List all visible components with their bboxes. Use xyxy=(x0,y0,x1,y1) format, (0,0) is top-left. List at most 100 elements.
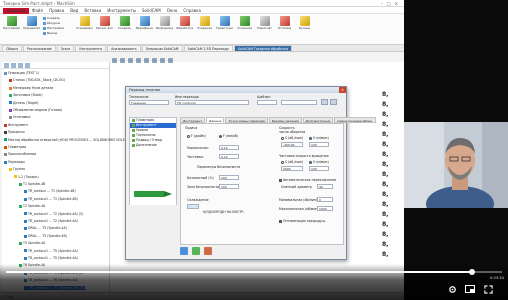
calculate-button[interactable] xyxy=(180,247,188,255)
finish-speed-vmin-input[interactable]: 100 xyxy=(309,166,329,171)
menu-tools[interactable]: Инструменты xyxy=(107,8,136,13)
ribbon-generate-button[interactable]: Сгенерировать xyxy=(76,16,93,30)
config-tab-icon[interactable] xyxy=(18,63,23,68)
tree-item[interactable]: Менеджер Нули детали xyxy=(9,86,53,91)
tree-item[interactable]: Группа xyxy=(9,167,25,172)
ribbon-toolpath-button[interactable]: Траектория xyxy=(216,16,233,30)
template-save-icon[interactable] xyxy=(321,99,328,105)
tree-item[interactable]: TR_contour1 ... T2 (Spindle-4A) (2) xyxy=(24,212,83,217)
finish-speed-rpm-input[interactable]: 2000 xyxy=(281,166,303,171)
tree-item[interactable]: Станок (TNC/SOL_Stock_CB-OG) xyxy=(9,78,65,83)
pip-button[interactable] xyxy=(464,283,476,295)
section-icon[interactable] xyxy=(128,57,133,63)
optimize-previous-checkbox[interactable]: Оптимизация предыдущ. xyxy=(279,219,326,223)
finish-speed-rpm-radio[interactable]: S (об./мин) xyxy=(281,160,303,164)
speed-rpm-input[interactable]: -300.00 xyxy=(281,142,303,147)
rotate-icon[interactable] xyxy=(120,57,125,63)
speed-vmin-radio[interactable]: V (м/мин) xyxy=(309,136,329,140)
tab-analyze[interactable]: Анализировать xyxy=(107,45,141,51)
tree-item[interactable]: TR_contour1 ... T2 (Spindle-4A) xyxy=(24,219,78,224)
scene-icon[interactable] xyxy=(168,57,173,63)
ribbon-recalc-button[interactable]: Пересчёт xyxy=(256,16,273,30)
ribbon-small-create[interactable]: Создать xyxy=(43,16,73,20)
template-name-field[interactable] xyxy=(281,100,317,105)
tree-item[interactable]: Установки xyxy=(9,115,30,120)
ribbon-define-button[interactable]: Определить xyxy=(23,16,40,30)
menu-view[interactable]: Вид xyxy=(70,8,78,13)
menu-insert[interactable]: Вставка xyxy=(84,8,101,13)
tree-tab-icon[interactable] xyxy=(4,63,9,68)
tree-item[interactable]: TR_contour1 ... T5 (Spindle-4A) xyxy=(24,256,78,261)
change-diameter-input[interactable]: 40 xyxy=(317,184,333,189)
tree-item[interactable]: Переходы xyxy=(4,160,25,165)
tree-item[interactable]: T5 Spindle-4A xyxy=(19,241,45,246)
ribbon-point-button[interactable]: Точечная xyxy=(236,16,253,30)
speed-rpm-radio[interactable]: S (об./мин) xyxy=(281,136,303,140)
feed-finish-input[interactable]: 0.12 xyxy=(219,154,239,159)
tree-item[interactable]: Приспособления xyxy=(4,152,36,157)
finish-speed-vmin-radio[interactable]: V (м/мин) xyxy=(309,160,329,164)
tab-tools[interactable]: Инструменты xyxy=(75,45,107,51)
ribbon-small-exit[interactable]: Выход xyxy=(43,31,73,35)
tab-sketch[interactable]: Эскиз xyxy=(56,45,75,51)
appearance-icon[interactable] xyxy=(160,57,165,63)
exit-button[interactable] xyxy=(204,247,212,255)
coolant-icon-button[interactable] xyxy=(187,204,199,209)
safety-row-input-1[interactable]: 100 xyxy=(219,184,239,189)
minimize-button[interactable]: – xyxy=(381,1,383,6)
tree-item[interactable]: TR_contour1 ... T1 (Spindle-4B) xyxy=(24,197,78,202)
display-style-icon[interactable] xyxy=(144,57,149,63)
settings-button[interactable] xyxy=(446,283,458,295)
progress-bar[interactable] xyxy=(6,269,502,275)
ribbon-info-button[interactable]: Информационные xyxy=(156,16,173,30)
min-rpm-input[interactable]: 0 xyxy=(317,197,333,202)
tab-assembly[interactable]: Сборка xyxy=(2,45,23,51)
tree-item[interactable]: T2 Spindle-4A xyxy=(19,204,45,209)
ribbon-diff-button[interactable]: Отличия xyxy=(276,16,293,30)
hide-show-icon[interactable] xyxy=(152,57,157,63)
menu-file[interactable]: Файл xyxy=(32,8,43,13)
tree-item[interactable]: Геометрии xyxy=(4,145,26,150)
tree-item[interactable]: DRILL ... T3 (Spindle-4B) xyxy=(24,234,67,239)
template-load-icon[interactable] xyxy=(330,99,337,105)
tree-item[interactable]: Заготовка (Stock) xyxy=(9,93,43,98)
tree-item[interactable]: Операция (TEST 1) xyxy=(4,71,39,76)
ribbon-create-button[interactable]: Создать xyxy=(116,16,133,30)
ribbon-calc-all-button[interactable]: Расчет всех xyxy=(96,16,113,30)
zoom-icon[interactable] xyxy=(112,57,117,63)
tree-item[interactable]: 1-2 (Токарн) xyxy=(14,175,39,180)
max-rpm-input[interactable]: 1000 xyxy=(317,206,333,211)
tree-item[interactable]: TR_contour ... T1 (Spindle-4B) xyxy=(24,189,76,194)
template-select[interactable] xyxy=(257,100,277,105)
menu-help[interactable]: Справка xyxy=(183,8,201,13)
tree-item[interactable]: Обновление модели (Готово) xyxy=(9,108,62,113)
ribbon-small-settings[interactable]: Настройки xyxy=(43,26,73,30)
tree-item[interactable]: Мастер обработки отверстий (HOLE PROCESS… xyxy=(4,138,126,143)
ribbon-verify-button[interactable]: Верификация xyxy=(136,16,153,30)
ribbon-turning-button[interactable]: Токарная xyxy=(196,16,213,30)
auto-change-checkbox[interactable]: Автоматическое переключение xyxy=(279,178,336,182)
tab-solidcam-turning[interactable]: SolidCAM Токарная обработка xyxy=(233,45,293,51)
menu-edit[interactable]: Правка xyxy=(49,8,64,13)
safety-row-input-0[interactable]: 100 xyxy=(219,175,239,180)
op-name-input[interactable]: TR_contour1 xyxy=(175,100,249,105)
tab-layout[interactable]: Расположение xyxy=(23,45,56,51)
menu-solidcam[interactable]: SolidCAM xyxy=(142,8,161,13)
maximize-button[interactable]: □ xyxy=(387,1,391,6)
cam-tab-icon[interactable] xyxy=(25,63,30,68)
feed-normal-input[interactable]: 0.12 xyxy=(219,145,239,150)
ribbon-small-resources[interactable]: Ресурсы xyxy=(43,21,73,25)
tree-item[interactable]: DRILL ... T3 (Spindle-4A) xyxy=(24,226,67,231)
feed-inch-radio[interactable]: F (дюйм) xyxy=(187,134,206,138)
tree-item[interactable]: T1 Spindle-4B xyxy=(19,182,45,187)
menu-window[interactable]: Окно xyxy=(167,8,178,13)
fullscreen-button[interactable] xyxy=(482,283,494,295)
speed-vmin-input[interactable]: 100 xyxy=(309,142,329,147)
tab-solidcam-operations[interactable]: Операции SolidCAM xyxy=(141,45,183,51)
property-tab-icon[interactable] xyxy=(11,63,16,68)
ribbon-program-button[interactable]: Программа xyxy=(3,16,20,30)
tree-item[interactable]: TR_contour1 ... T5 (Spindle-4A) xyxy=(24,249,78,254)
sidebar-item-misc[interactable]: Дополнение xyxy=(130,143,176,148)
tab-solidcam-25d[interactable]: SolidCAM 2.5D Переходы xyxy=(183,45,233,51)
tree-item[interactable]: Инструмент xyxy=(4,123,28,128)
